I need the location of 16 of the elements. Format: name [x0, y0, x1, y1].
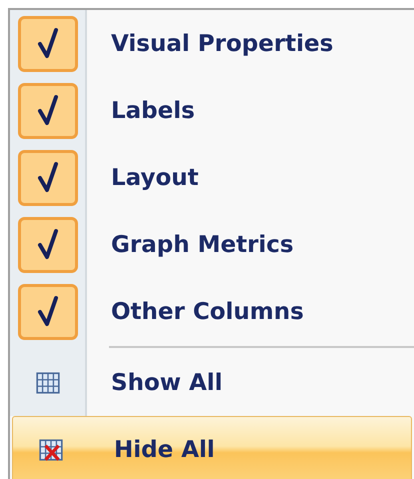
menu-item-label: Labels	[111, 98, 195, 124]
menu-item-label: Other Columns	[111, 298, 304, 324]
menu-item-label: Visual Properties	[111, 30, 334, 56]
menu-item[interactable]: Labels	[10, 77, 414, 144]
menu-item[interactable]: Visual Properties	[10, 10, 414, 77]
menu-item-label: Graph Metrics	[111, 232, 294, 258]
menu-item[interactable]: Graph Metrics	[10, 211, 414, 278]
menu-item-label: Show All	[111, 370, 223, 396]
table-delete-icon	[38, 436, 64, 462]
table-icon	[34, 370, 60, 396]
menu-item-label: Layout	[111, 164, 199, 190]
menu-item[interactable]: Hide All	[12, 416, 412, 479]
menu-item[interactable]: Layout	[10, 144, 414, 211]
menu-item[interactable]: Other Columns	[10, 278, 414, 345]
menu-item[interactable]: Show All	[10, 349, 414, 416]
menu-item-label: Hide All	[114, 436, 215, 462]
